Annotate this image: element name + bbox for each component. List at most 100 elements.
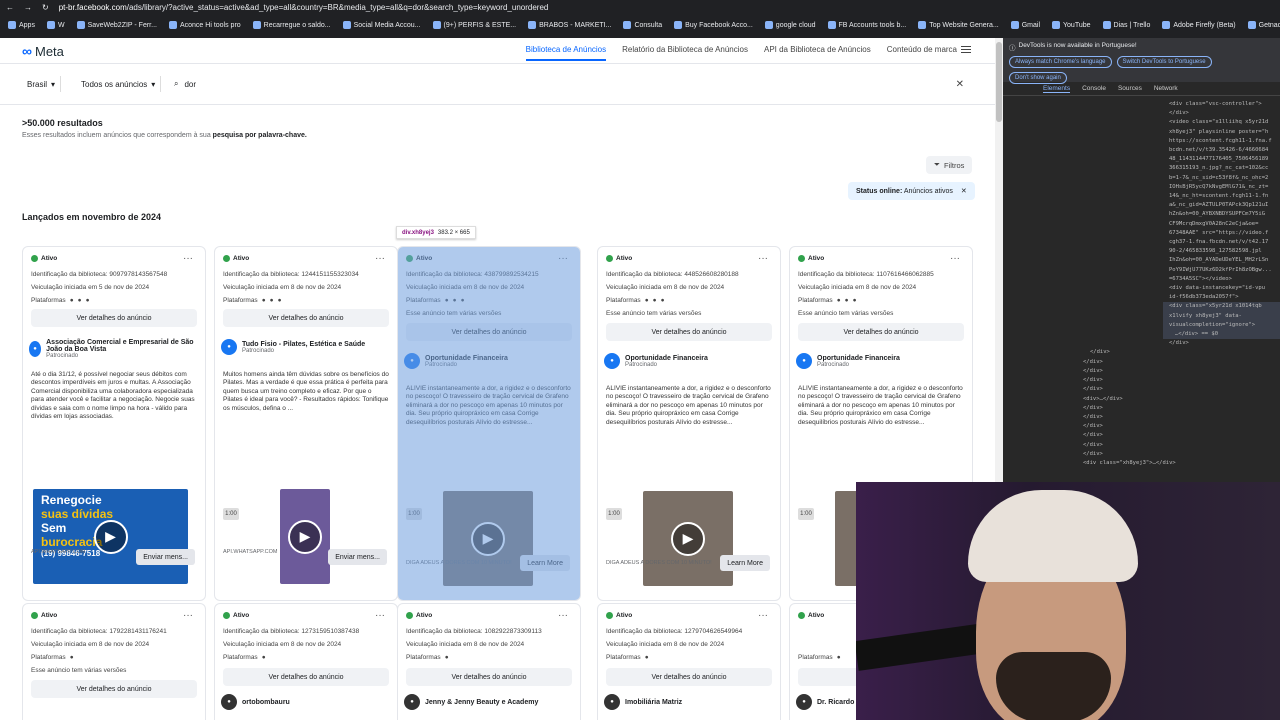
advertiser[interactable]: ● Oportunidade Financeira Patrocinado (604, 353, 708, 369)
bookmark-item[interactable]: Buy Facebook Acco... (674, 21, 753, 29)
play-icon[interactable]: ▶ (93, 519, 128, 554)
tab-sources[interactable]: Sources (1118, 85, 1142, 92)
switch-language-button[interactable]: Switch DevTools to Portuguese (1116, 56, 1212, 68)
more-options-icon[interactable]: ··· (375, 610, 385, 621)
view-ad-details-button[interactable]: Ver detalhes do anúncio (31, 680, 197, 698)
cta-button[interactable]: Enviar mens... (328, 549, 387, 565)
advertiser-name[interactable]: ortobombauru (242, 699, 290, 706)
bookmark-item[interactable]: Apps (8, 21, 35, 29)
more-options-icon[interactable]: ··· (558, 253, 568, 264)
more-options-icon[interactable]: ··· (558, 610, 568, 621)
view-ad-details-button[interactable]: Ver detalhes do anúncio (606, 668, 772, 686)
bookmark-item[interactable]: W (46, 21, 65, 29)
view-ad-details-button[interactable]: Ver detalhes do anúncio (798, 323, 964, 341)
advertiser[interactable]: ● Imobiliária Matriz (604, 694, 682, 710)
advertiser[interactable]: ● Oportunidade Financeira Patrocinado (404, 353, 508, 369)
dom-node-line[interactable]: CF9McrqDmxgV0A28nC2eCja&oe= (1163, 220, 1280, 229)
view-ad-details-button[interactable]: Ver detalhes do anúncio (31, 309, 197, 327)
bookmark-item[interactable]: Top Website Genera... (918, 21, 999, 29)
dom-node-line[interactable]: 366315193_n.jpg?_nc_cat=102&cc (1163, 164, 1280, 173)
clear-search-icon[interactable]: ✕ (956, 79, 964, 90)
advertiser[interactable]: ● Tudo Fisio - Pilates, Estética e Saúde P… (221, 339, 365, 355)
dom-node-line[interactable]: <div class="vsc-controller"> (1163, 100, 1280, 109)
advertiser[interactable]: ● Oportunidade Financeira Patrocinado (796, 353, 900, 369)
dom-node-line[interactable]: cgh37-1.fna.fbcdn.net/v/t42.17 (1163, 238, 1280, 247)
bookmark-item[interactable]: google cloud (764, 21, 816, 29)
bookmark-item[interactable]: Dias | Trello (1102, 21, 1150, 29)
status-filter-chip[interactable]: Status online: Anúncios ativos ✕ (848, 182, 975, 200)
dom-node-line[interactable]: </div> (1083, 422, 1280, 431)
advertiser[interactable]: ● ortobombauru (221, 694, 290, 710)
dom-node-line[interactable]: …</div> == $0 (1163, 330, 1280, 340)
dom-node-line[interactable]: b=1-7&_nc_sid=c53f8f&_nc_ohc=2 (1163, 174, 1280, 183)
nav-branded-content[interactable]: Conteúdo de marca (887, 45, 957, 61)
nav-ad-library[interactable]: Biblioteca de Anúncios (525, 45, 607, 61)
ad-video[interactable]: ▶ (643, 491, 733, 586)
dom-node-line[interactable]: <div data-instancekey="id-vpu (1163, 284, 1280, 293)
dom-node-line[interactable]: 14&_nc_ht=scontent.fcgh11-1.fn (1163, 192, 1280, 201)
dom-node-line[interactable]: 67348AAE" src="https://video.f (1163, 229, 1280, 238)
advertiser-name[interactable]: Oportunidade Financeira (625, 355, 708, 362)
ad-type-select[interactable]: Todos os anúncios ▾ (76, 76, 162, 92)
advertiser-name[interactable]: Tudo Fisio - Pilates, Estética e Saúde (242, 341, 365, 348)
dom-node-line[interactable]: </div> (1083, 367, 1280, 376)
advertiser-name[interactable]: Imobiliária Matriz (625, 699, 682, 706)
more-options-icon[interactable]: ··· (950, 253, 960, 264)
advertiser[interactable]: ● Dr. Ricardo (796, 694, 854, 710)
dom-node-line[interactable]: x1lvify xh8yej3" data- (1163, 311, 1280, 321)
url-text[interactable]: pt-br.facebook.com/ads/library/?active_s… (59, 3, 549, 12)
filters-button[interactable]: ⏷ Filtros (926, 156, 973, 174)
dom-node-line[interactable]: </div> (1083, 358, 1280, 367)
dom-node-line[interactable]: IhZn&oh=00_AYADeUDeYEL_MH2rLSn (1163, 256, 1280, 265)
dom-node-line[interactable]: <div class="xh8yej3">…</div> (1083, 459, 1280, 468)
dom-node-line[interactable]: </div> (1083, 441, 1280, 450)
dom-node-line[interactable]: </div> (1163, 109, 1280, 118)
cta-button[interactable]: Learn More (520, 555, 570, 571)
bookmark-item[interactable]: Consulta (623, 21, 662, 29)
play-icon[interactable]: ▶ (288, 519, 322, 554)
tab-network[interactable]: Network (1154, 85, 1178, 92)
dom-node-line[interactable]: 90-2/465833598_127582598.jpl (1163, 247, 1280, 256)
view-ad-details-button[interactable]: Ver detalhes do anúncio (406, 323, 572, 341)
view-ad-details-button[interactable]: Ver detalhes do anúncio (606, 323, 772, 341)
dom-node-line[interactable]: </div> (1163, 339, 1280, 348)
search-input[interactable]: ⌕ dor ✕ (168, 74, 968, 94)
dont-show-again-button[interactable]: Don't show again (1009, 72, 1067, 84)
cta-button[interactable]: Enviar mens... (136, 549, 195, 565)
dom-node-line[interactable]: visualcompletion="ignore"> (1163, 320, 1280, 331)
match-language-button[interactable]: Always match Chrome's language (1009, 56, 1112, 68)
bookmark-item[interactable]: FB Accounts tools b... (827, 21, 906, 29)
reload-icon[interactable]: ↻ (42, 3, 49, 12)
ad-video[interactable]: ▶ (443, 491, 533, 586)
dom-node-line[interactable]: <div>…</div> (1083, 395, 1280, 404)
play-icon[interactable]: ▶ (671, 521, 705, 556)
dom-node-line[interactable]: bcdn.net/v/t39.35426-6/4660684 (1163, 146, 1280, 155)
dom-node-line[interactable]: </div> (1083, 376, 1280, 385)
advertiser-name[interactable]: Oportunidade Financeira (425, 355, 508, 362)
bookmark-item[interactable]: (9+) PERFIS & ESTE... (432, 21, 516, 29)
back-icon[interactable]: ← (6, 3, 14, 12)
dom-node-line[interactable]: </div> (1083, 385, 1280, 394)
bookmark-item[interactable]: Adobe Firefly (Beta) (1162, 21, 1236, 29)
nav-ad-library-report[interactable]: Relatório da Biblioteca de Anúncios (622, 45, 748, 61)
dom-node-line[interactable]: 48_1143114477176405_7506456189 (1163, 155, 1280, 164)
bookmark-item[interactable]: Gmail (1010, 21, 1040, 29)
ad-video[interactable]: ▶ (280, 489, 330, 584)
view-ad-details-button[interactable]: Ver detalhes do anúncio (406, 668, 572, 686)
dom-node-line[interactable]: id-f56db373eda2057f"> (1163, 293, 1280, 302)
close-icon[interactable]: ✕ (961, 187, 967, 195)
advertiser[interactable]: ● Jenny & Jenny Beauty e Academy (404, 694, 538, 710)
dom-node-line[interactable]: </div> (1083, 348, 1280, 357)
advertiser-name[interactable]: Jenny & Jenny Beauty e Academy (425, 699, 538, 706)
more-options-icon[interactable]: ··· (375, 253, 385, 264)
elements-tree[interactable]: <div class="vsc-controller"> </div> <video… (1003, 96, 1280, 468)
nav-ad-library-api[interactable]: API da Biblioteca de Anúncios (764, 45, 871, 61)
more-options-icon[interactable]: ··· (183, 610, 193, 621)
bookmark-item[interactable]: SaveWeb2ZIP - Ferr... (76, 21, 157, 29)
forward-icon[interactable]: → (24, 3, 32, 12)
dom-node-line[interactable]: </div> (1083, 450, 1280, 459)
menu-icon[interactable] (961, 46, 971, 55)
bookmark-item[interactable]: Social Media Accou... (342, 21, 421, 29)
address-bar[interactable]: ← → ↻ pt-br.facebook.com/ads/library/?ac… (0, 0, 1280, 14)
dom-node-line[interactable]: </div> (1083, 404, 1280, 413)
